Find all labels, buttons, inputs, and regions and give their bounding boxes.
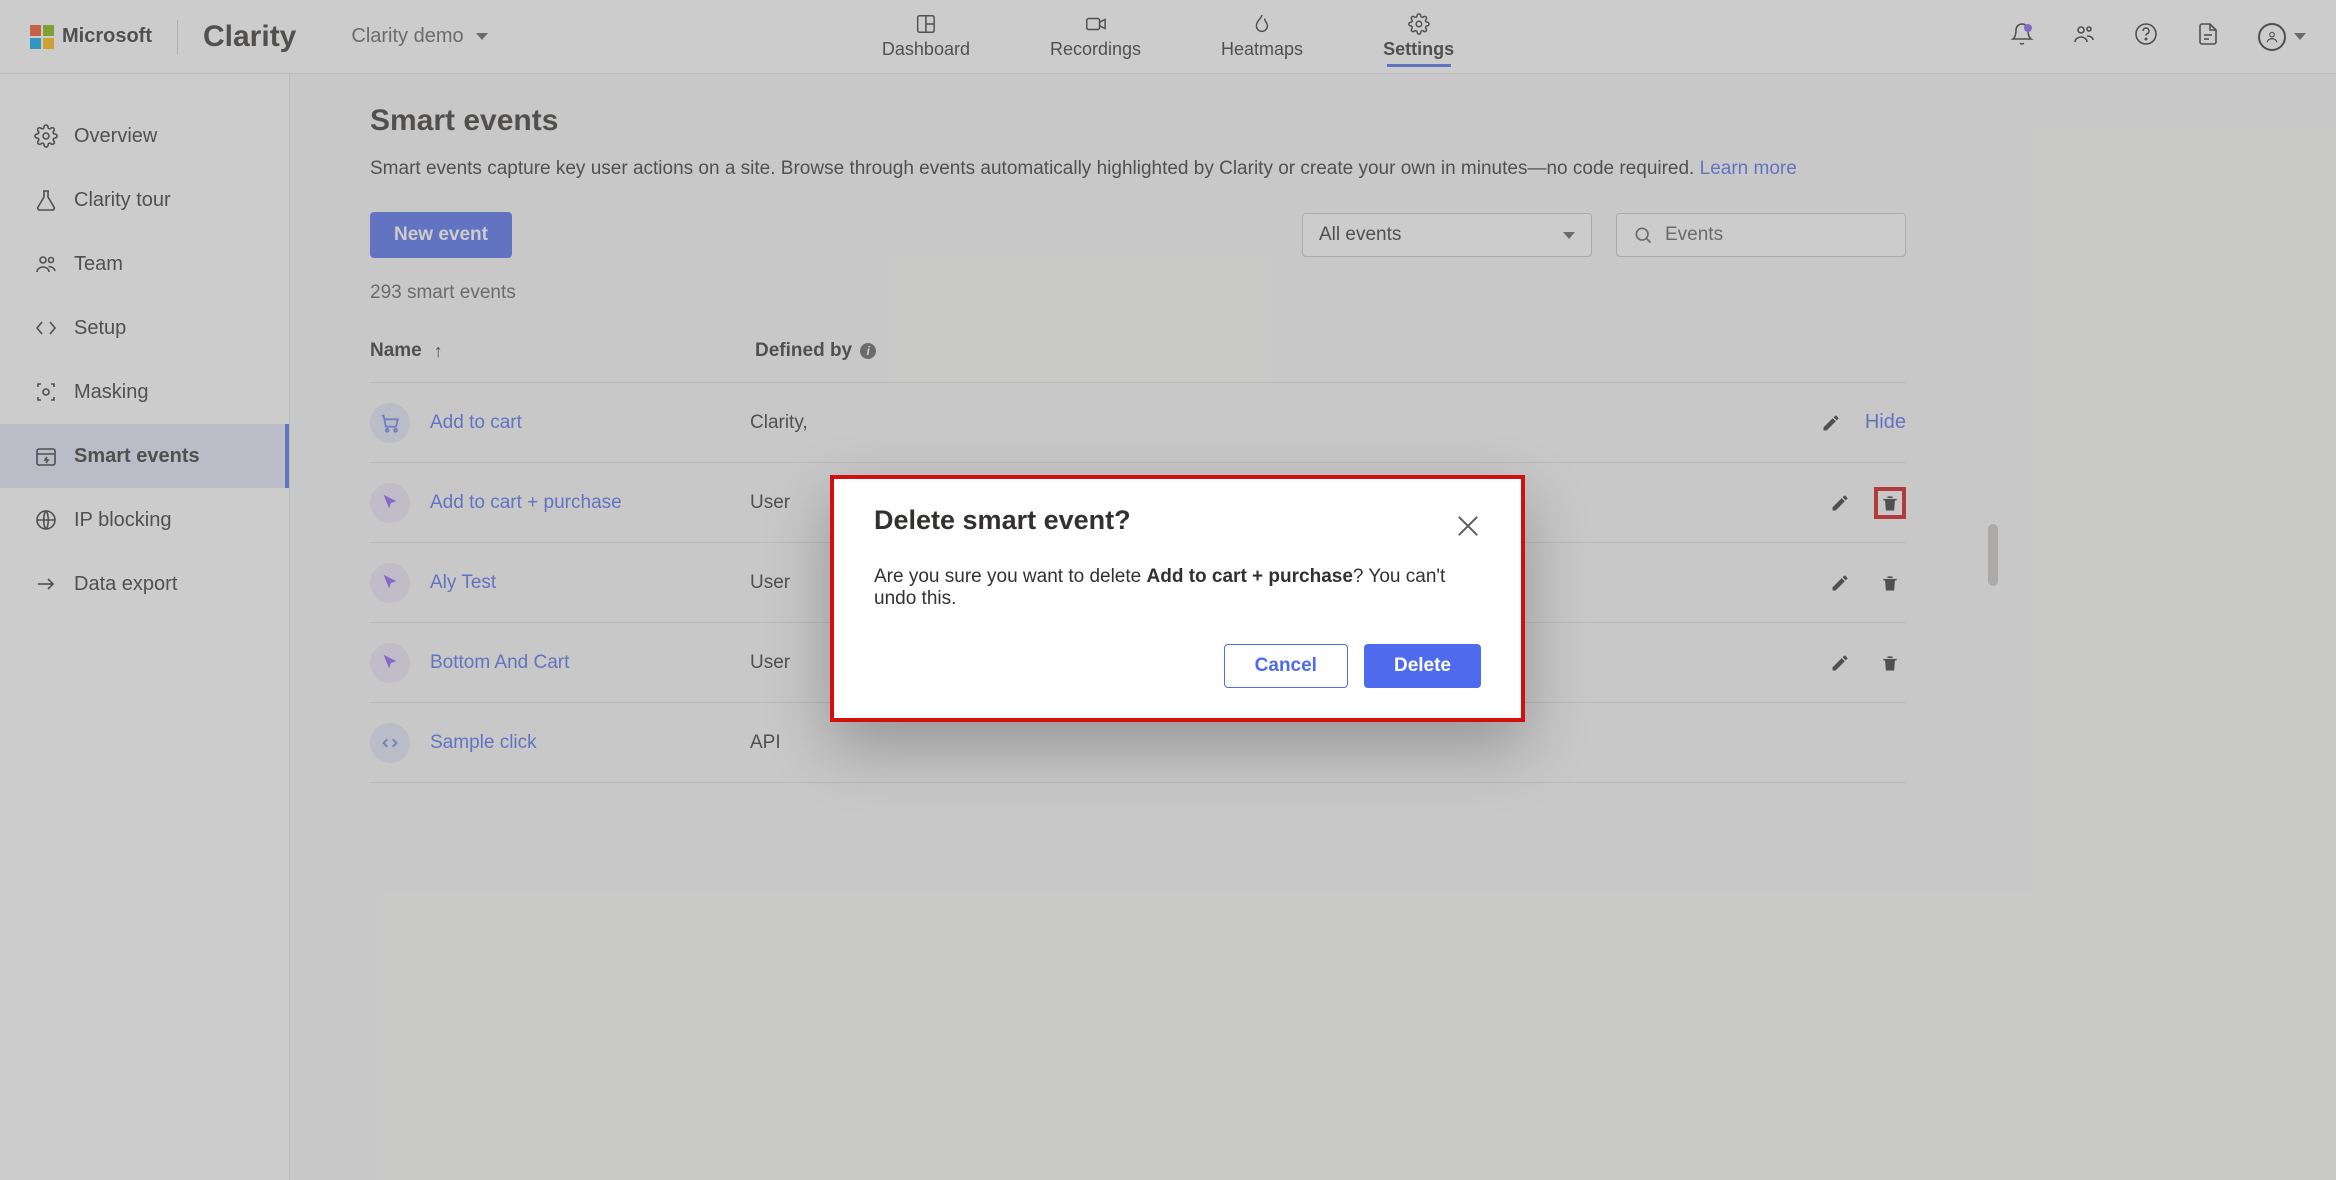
cancel-button[interactable]: Cancel [1224,644,1348,688]
modal-title: Delete smart event? [874,505,1481,536]
modal-body-event-name: Add to cart + purchase [1147,566,1353,587]
modal-body: Are you sure you want to delete Add to c… [874,566,1481,610]
modal-body-prefix: Are you sure you want to delete [874,566,1147,587]
modal-footer: Cancel Delete [874,644,1481,688]
delete-confirm-button[interactable]: Delete [1364,644,1481,688]
delete-confirm-modal: Delete smart event? Are you sure you wan… [830,475,1525,722]
close-button[interactable] [1455,513,1481,539]
